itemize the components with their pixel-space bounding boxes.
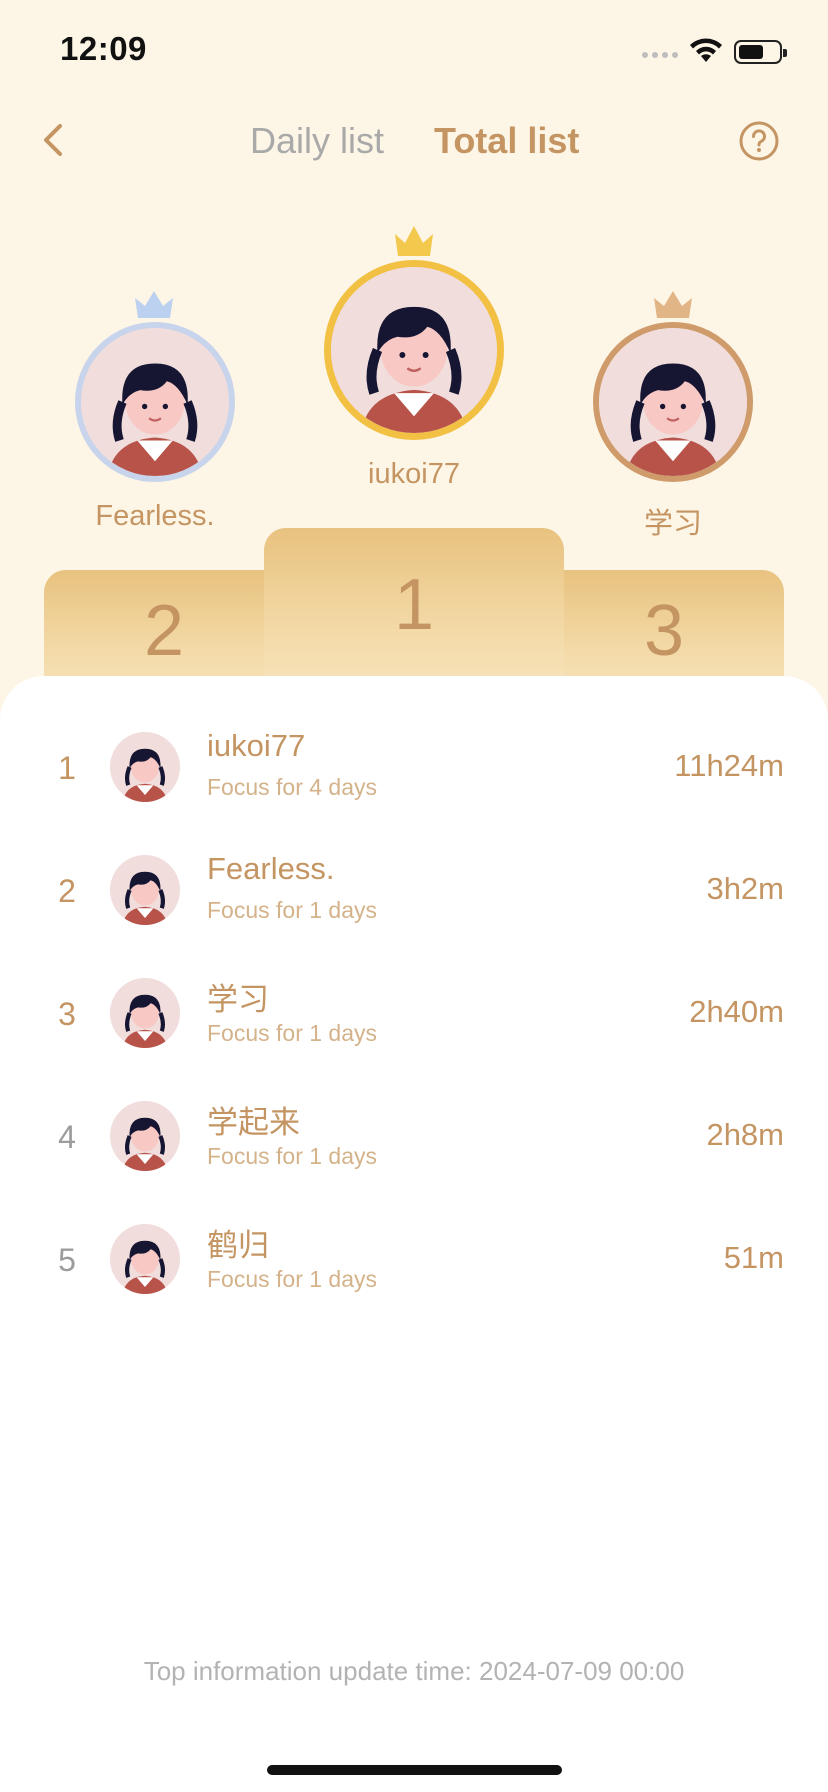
rank-number: 4: [58, 1119, 76, 1155]
list-item[interactable]: 2 Fearless. Focus for 1 days 3h2m: [0, 841, 828, 951]
nav-bar: Daily list Total list: [0, 100, 828, 180]
ranking-list: 1 iukoi77 Focus for 4 days 11h24m 2 Fear…: [0, 676, 828, 1792]
avatar: [110, 732, 180, 802]
rank-number: 3: [58, 996, 76, 1032]
avatar-girl-icon: [110, 732, 180, 802]
focus-days: Focus for 1 days: [207, 897, 378, 923]
bronze-crown-icon: [654, 291, 692, 318]
status-bar: 12:09: [0, 0, 828, 100]
list-item[interactable]: 1 iukoi77 Focus for 4 days 11h24m: [0, 718, 828, 828]
home-indicator[interactable]: [267, 1765, 562, 1775]
podium-first-name: iukoi77: [368, 458, 460, 490]
focus-days: Focus for 1 days: [207, 1143, 378, 1169]
user-name: 学起来: [207, 1105, 300, 1140]
battery-icon: [734, 40, 787, 64]
cellular-signal-icon: [642, 52, 678, 58]
avatar-girl-icon: [110, 1101, 180, 1171]
podium-rank-second: 2: [143, 591, 185, 671]
podium-third-avatar[interactable]: [593, 322, 753, 482]
help-icon[interactable]: [738, 120, 780, 162]
focus-time: 11h24m: [674, 748, 784, 783]
user-name: 鹤归: [207, 1228, 269, 1263]
wifi-icon: [690, 38, 722, 62]
podium-rank-third: 3: [643, 591, 685, 671]
avatar-girl-icon: [599, 328, 747, 476]
focus-time: 51m: [723, 1240, 784, 1275]
status-time: 12:09: [60, 30, 147, 67]
status-icons: [642, 36, 792, 66]
back-chevron-icon[interactable]: [34, 118, 74, 162]
list-item[interactable]: 3 学习 Focus for 1 days 2h40m: [0, 964, 828, 1074]
user-name: iukoi77: [207, 728, 306, 763]
user-name: 学习: [207, 982, 269, 1017]
gold-crown-icon: [395, 226, 433, 256]
avatar: [110, 978, 180, 1048]
list-item[interactable]: 4 学起来 Focus for 1 days 2h8m: [0, 1087, 828, 1197]
avatar: [110, 1101, 180, 1171]
focus-days: Focus for 1 days: [207, 1020, 378, 1046]
focus-days: Focus for 4 days: [207, 774, 378, 800]
avatar-girl-icon: [110, 855, 180, 925]
focus-days: Focus for 1 days: [207, 1266, 378, 1292]
rank-number: 2: [58, 873, 76, 909]
avatar-girl-icon: [110, 978, 180, 1048]
podium-third-name: 学习: [643, 508, 702, 540]
rank-number: 5: [58, 1242, 76, 1278]
podium-second-avatar[interactable]: [75, 322, 235, 482]
avatar-girl-icon: [331, 267, 497, 433]
avatar: [110, 855, 180, 925]
focus-time: 2h8m: [706, 1117, 784, 1152]
avatar-girl-icon: [110, 1224, 180, 1294]
focus-time: 2h40m: [689, 994, 784, 1029]
avatar: [110, 1224, 180, 1294]
avatar-girl-icon: [81, 328, 229, 476]
podium-second-name: Fearless.: [95, 500, 215, 532]
rank-number: 1: [58, 750, 76, 786]
tab-total-list[interactable]: Total list: [434, 120, 579, 162]
podium-first-avatar[interactable]: [324, 260, 504, 440]
focus-time: 3h2m: [706, 871, 784, 906]
tab-daily-list[interactable]: Daily list: [250, 120, 384, 162]
podium-rank-first: 1: [393, 565, 435, 645]
update-time-text: Top information update time: 2024-07-09 …: [143, 1656, 685, 1686]
silver-crown-icon: [135, 291, 173, 318]
list-item[interactable]: 5 鹤归 Focus for 1 days 51m: [0, 1210, 828, 1320]
user-name: Fearless.: [207, 851, 335, 886]
